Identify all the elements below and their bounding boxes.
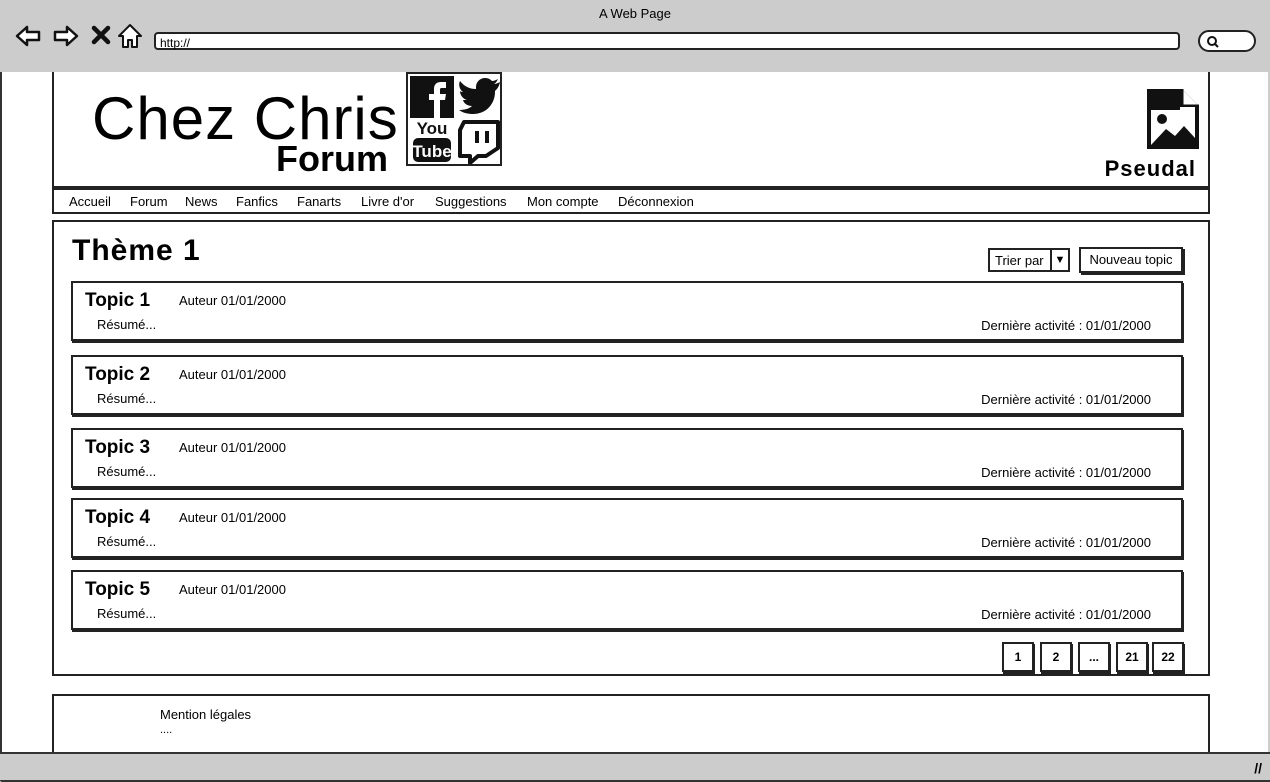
nav-item-accueil[interactable]: Accueil (69, 194, 111, 209)
page-viewport: Chez Chris Forum You Tube Pseudal Accuei… (2, 72, 1268, 754)
topic-author-date: Auteur 01/01/2000 (179, 367, 286, 382)
topic-row[interactable]: Topic 4 Auteur 01/01/2000 Résumé... Dern… (71, 498, 1183, 558)
topic-row[interactable]: Topic 2 Auteur 01/01/2000 Résumé... Dern… (71, 355, 1183, 415)
youtube-wordmark-bottom: Tube (412, 142, 451, 161)
footer-more: .... (160, 724, 173, 736)
twitter-icon[interactable] (458, 76, 502, 116)
social-links: You Tube (406, 72, 502, 166)
topic-title[interactable]: Topic 4 (85, 507, 150, 529)
page-button-2[interactable]: 2 (1040, 642, 1072, 672)
topic-title[interactable]: Topic 2 (85, 364, 150, 386)
page-button-22[interactable]: 22 (1152, 642, 1184, 672)
youtube-icon[interactable]: You Tube (412, 118, 452, 164)
browser-toolbar: A Web Page http:// (0, 0, 1270, 72)
nav-item-fanfics[interactable]: Fanfics (236, 194, 278, 209)
legal-link[interactable]: Mention légales (160, 707, 251, 722)
status-bar: // (0, 752, 1270, 780)
topic-author-date: Auteur 01/01/2000 (179, 293, 286, 308)
nav-item-livre-dor[interactable]: Livre d'or (361, 194, 414, 209)
resize-grip-icon[interactable]: // (1254, 760, 1262, 776)
stop-icon[interactable] (88, 22, 116, 50)
nav-item-mon-compte[interactable]: Mon compte (527, 194, 599, 209)
twitch-icon[interactable] (458, 120, 500, 164)
topic-title[interactable]: Topic 5 (85, 579, 150, 601)
topic-summary: Résumé... (97, 391, 157, 406)
sort-dropdown[interactable]: Trier par ▼ (988, 248, 1070, 272)
back-icon[interactable] (14, 22, 42, 50)
nav-item-suggestions[interactable]: Suggestions (435, 194, 507, 209)
avatar-image-icon[interactable] (1144, 86, 1202, 152)
topic-author-date: Auteur 01/01/2000 (179, 582, 286, 597)
youtube-wordmark-top: You (417, 119, 448, 138)
search-icon (1207, 36, 1219, 48)
site-footer: Mention légales .... (52, 694, 1210, 754)
topic-row[interactable]: Topic 5 Auteur 01/01/2000 Résumé... Dern… (71, 570, 1183, 630)
site-subtitle: Forum (276, 138, 388, 179)
page-button-1[interactable]: 1 (1002, 642, 1034, 672)
topic-last-activity: Dernière activité : 01/01/2000 (981, 535, 1151, 550)
topic-row[interactable]: Topic 1 Auteur 01/01/2000 Résumé... Dern… (71, 281, 1183, 341)
topic-summary: Résumé... (97, 606, 157, 621)
site-header: Chez Chris Forum You Tube Pseudal (52, 72, 1210, 188)
new-topic-button[interactable]: Nouveau topic (1079, 247, 1183, 273)
nav-item-deconnexion[interactable]: Déconnexion (618, 194, 694, 209)
topic-list-panel: Thème 1 Trier par ▼ Nouveau topic Topic … (52, 220, 1210, 676)
topic-author-date: Auteur 01/01/2000 (179, 510, 286, 525)
sort-label: Trier par (995, 253, 1044, 268)
username[interactable]: Pseudal (1105, 156, 1196, 182)
chevron-down-icon[interactable]: ▼ (1050, 250, 1068, 270)
page-button-21[interactable]: 21 (1116, 642, 1148, 672)
topic-last-activity: Dernière activité : 01/01/2000 (981, 465, 1151, 480)
page-ellipsis: ... (1078, 642, 1110, 672)
facebook-icon[interactable] (410, 76, 454, 118)
window-title: A Web Page (598, 6, 672, 21)
page-title: Thème 1 (72, 234, 201, 267)
topic-last-activity: Dernière activité : 01/01/2000 (981, 318, 1151, 333)
url-input[interactable]: http:// (154, 32, 1180, 50)
forward-icon[interactable] (52, 22, 80, 50)
topic-row[interactable]: Topic 3 Auteur 01/01/2000 Résumé... Dern… (71, 428, 1183, 488)
nav-item-fanarts[interactable]: Fanarts (297, 194, 341, 209)
topic-last-activity: Dernière activité : 01/01/2000 (981, 392, 1151, 407)
main-menu: Accueil Forum News Fanfics Fanarts Livre… (52, 188, 1210, 214)
nav-item-news[interactable]: News (185, 194, 218, 209)
topic-summary: Résumé... (97, 534, 157, 549)
browser-search-field[interactable] (1198, 30, 1256, 52)
topic-summary: Résumé... (97, 464, 157, 479)
topic-title[interactable]: Topic 3 (85, 437, 150, 459)
topic-last-activity: Dernière activité : 01/01/2000 (981, 607, 1151, 622)
home-icon[interactable] (116, 22, 144, 50)
topic-summary: Résumé... (97, 317, 157, 332)
nav-item-forum[interactable]: Forum (130, 194, 168, 209)
topic-author-date: Auteur 01/01/2000 (179, 440, 286, 455)
topic-title[interactable]: Topic 1 (85, 290, 150, 312)
